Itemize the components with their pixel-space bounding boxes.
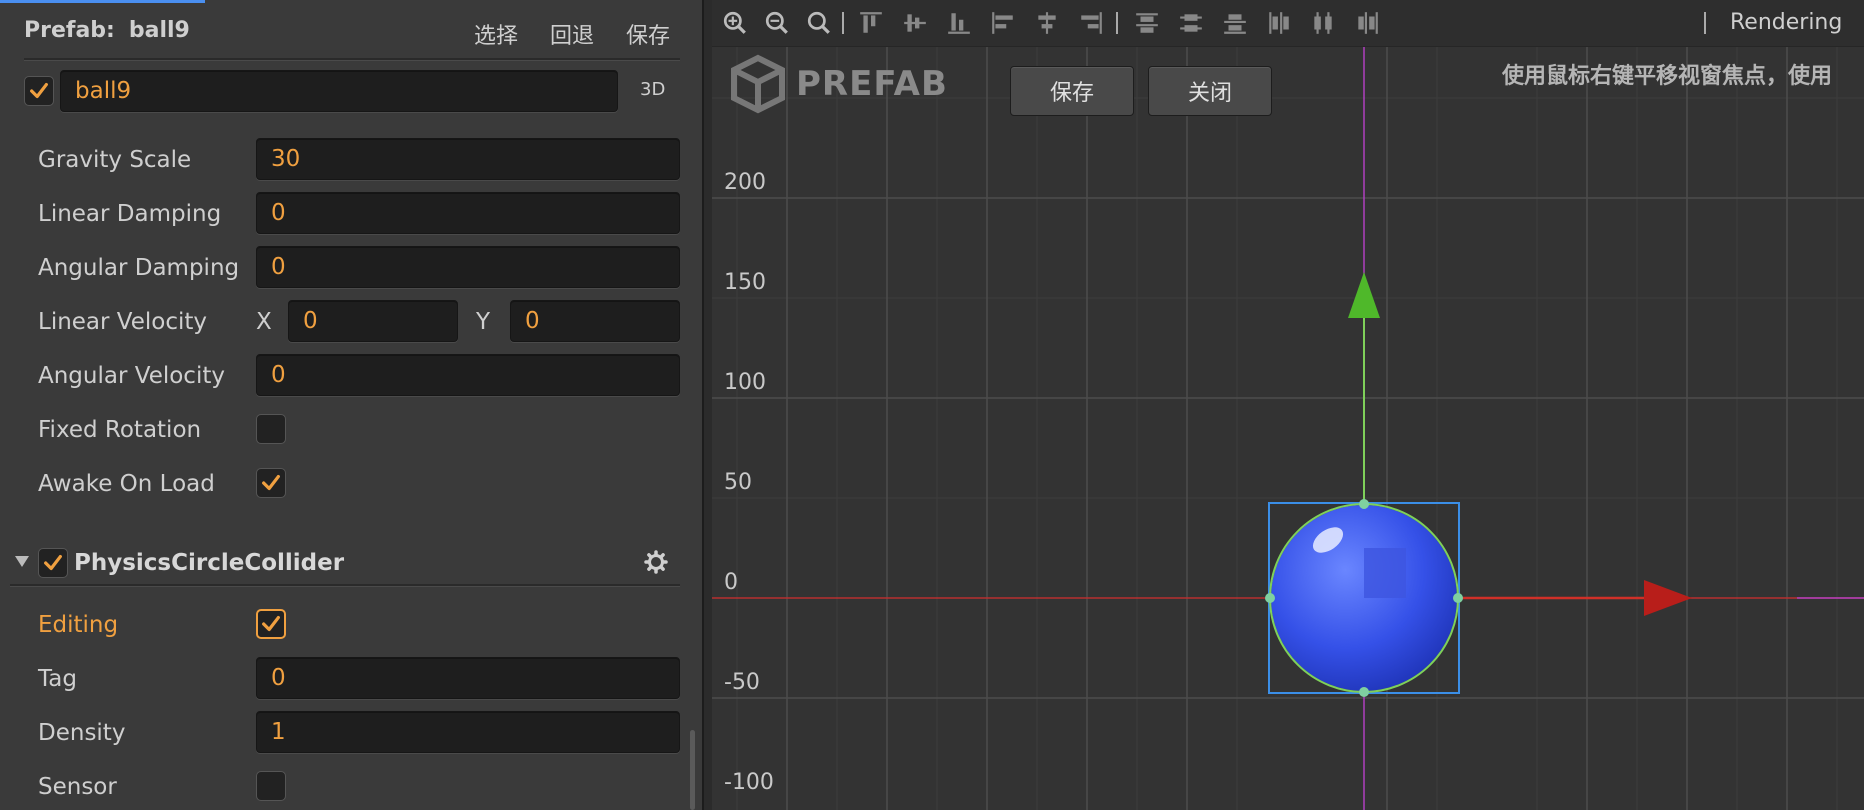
linear-velocity-y-input[interactable]: 0 [510, 300, 680, 342]
collider-enabled-checkbox[interactable] [38, 548, 68, 578]
prefab-cube-icon [731, 54, 785, 114]
node-name-input[interactable]: ball9 [60, 70, 618, 112]
angular-velocity-input[interactable]: 0 [256, 354, 680, 396]
align-right-icon[interactable] [1078, 10, 1104, 36]
gravity-scale-input[interactable]: 30 [256, 138, 680, 180]
y-gizmo-arrow [1348, 272, 1380, 318]
gear-icon[interactable] [644, 550, 668, 574]
rendering-dropdown[interactable]: Rendering [1730, 10, 1842, 35]
tag-input[interactable]: 0 [256, 657, 680, 699]
density-input[interactable]: 1 [256, 711, 680, 753]
prefab-logo-text: PREFAB [796, 64, 948, 104]
checkmark-icon [44, 554, 62, 571]
active-tab-indicator [0, 0, 205, 3]
align-bottom-icon[interactable] [946, 10, 972, 36]
gravity-scale-label: Gravity Scale [38, 147, 192, 173]
distribute-bottom-icon[interactable] [1222, 10, 1248, 36]
save-prefab-button[interactable]: 保存 [626, 18, 670, 50]
toolbar-separator [1704, 12, 1706, 34]
editing-label: Editing [38, 612, 119, 638]
inspector-panel: Prefab: ball9 选择 回退 保存 ball9 3D Gravity S… [0, 0, 704, 810]
angular-damping-label: Angular Damping [38, 255, 240, 281]
fixed-rotation-label: Fixed Rotation [38, 417, 202, 443]
x-gizmo-arrow [1644, 580, 1692, 616]
sensor-label: Sensor [38, 774, 117, 800]
sensor-checkbox[interactable] [256, 771, 286, 801]
distribute-hcenter-icon[interactable] [1310, 10, 1336, 36]
hint-text: 使用鼠标右键平移视窗焦点，使用 [1502, 64, 1833, 89]
prefab-header: Prefab: ball9 [24, 18, 190, 50]
scene-save-button[interactable]: 保存 [1010, 66, 1134, 116]
awake-on-load-label: Awake On Load [38, 471, 215, 497]
component-divider [10, 584, 680, 587]
fixed-rotation-checkbox[interactable] [256, 414, 286, 444]
density-label: Density [38, 720, 126, 746]
scene-view[interactable]: Rendering PREFAB 保存 关闭 使用鼠标右键平移视窗焦点，使用 2… [712, 0, 1864, 810]
toolbar-separator [842, 12, 844, 34]
y-tick-label: 50 [724, 470, 752, 495]
distribute-right-icon[interactable] [1354, 10, 1380, 36]
awake-on-load-checkbox[interactable] [256, 468, 286, 498]
select-button[interactable]: 选择 [474, 18, 518, 50]
distribute-top-icon[interactable] [1134, 10, 1160, 36]
3d-toggle[interactable]: 3D [640, 79, 665, 100]
scene-close-button[interactable]: 关闭 [1148, 66, 1272, 116]
linear-velocity-label: Linear Velocity [38, 309, 208, 335]
zoom-reset-icon[interactable] [806, 10, 832, 36]
header-divider [24, 58, 680, 61]
linear-damping-label: Linear Damping [38, 201, 222, 227]
editing-checkbox[interactable] [256, 609, 286, 639]
linear-damping-input[interactable]: 0 [256, 192, 680, 234]
checkmark-icon [262, 615, 280, 632]
align-left-icon[interactable] [990, 10, 1016, 36]
toolbar-separator [1116, 12, 1118, 34]
collider-component-title: PhysicsCircleCollider [74, 550, 345, 576]
align-hcenter-icon[interactable] [1034, 10, 1060, 36]
prefab-label: Prefab: [24, 18, 115, 43]
y-tick-label: 150 [724, 270, 766, 295]
checkmark-icon [30, 82, 48, 99]
y-tick-label: 0 [724, 570, 738, 595]
anchor-rect [1364, 548, 1406, 598]
checkmark-icon [262, 474, 280, 491]
linear-velocity-y-label: Y [476, 309, 491, 335]
linear-velocity-x-label: X [256, 309, 272, 335]
y-tick-label: 200 [724, 170, 766, 195]
zoom-in-icon[interactable] [722, 10, 748, 36]
linear-velocity-x-input[interactable]: 0 [288, 300, 458, 342]
scene-grid [712, 46, 1864, 810]
prefab-logo: PREFAB [726, 52, 948, 116]
angular-damping-input[interactable]: 0 [256, 246, 680, 288]
y-tick-label: -100 [724, 770, 774, 795]
tag-label: Tag [38, 666, 77, 692]
y-tick-label: 100 [724, 370, 766, 395]
inspector-scrollbar[interactable] [690, 730, 695, 810]
collapse-arrow-icon[interactable] [15, 556, 29, 567]
revert-button[interactable]: 回退 [550, 18, 594, 50]
align-vcenter-icon[interactable] [902, 10, 928, 36]
align-top-icon[interactable] [858, 10, 884, 36]
y-tick-label: -50 [724, 670, 760, 695]
zoom-out-icon[interactable] [764, 10, 790, 36]
distribute-left-icon[interactable] [1266, 10, 1292, 36]
angular-velocity-label: Angular Velocity [38, 363, 225, 389]
node-active-checkbox[interactable] [24, 76, 54, 106]
distribute-vcenter-icon[interactable] [1178, 10, 1204, 36]
prefab-name: ball9 [128, 18, 190, 43]
